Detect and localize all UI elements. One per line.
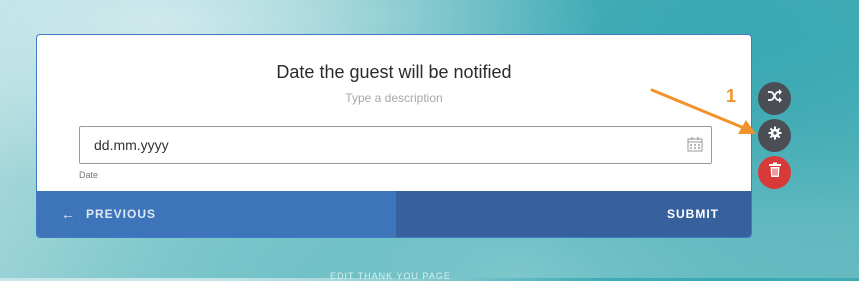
submit-button[interactable]: SUBMIT [396, 191, 751, 237]
shuffle-icon [767, 88, 783, 109]
date-input-value: dd.mm.yyyy [94, 137, 169, 153]
question-title[interactable]: Date the guest will be notified [37, 62, 751, 83]
annotation-badge: 1 [726, 86, 737, 106]
date-input[interactable]: dd.mm.yyyy [79, 126, 712, 164]
annotation-arrow [650, 88, 756, 134]
previous-label: PREVIOUS [86, 207, 157, 221]
form-footer: ← PREVIOUS SUBMIT [37, 191, 751, 237]
submit-label: SUBMIT [667, 207, 719, 221]
previous-button[interactable]: ← PREVIOUS [37, 191, 396, 237]
arrow-left-icon: ← [61, 206, 76, 222]
gear-icon [768, 126, 782, 145]
settings-button[interactable] [758, 119, 791, 152]
date-sublabel: Date [79, 170, 99, 180]
trash-icon [768, 162, 782, 183]
delete-button[interactable] [758, 156, 791, 189]
edit-thank-you-page-link[interactable]: EDIT THANK YOU PAGE [330, 271, 451, 281]
shuffle-button[interactable] [758, 82, 791, 115]
